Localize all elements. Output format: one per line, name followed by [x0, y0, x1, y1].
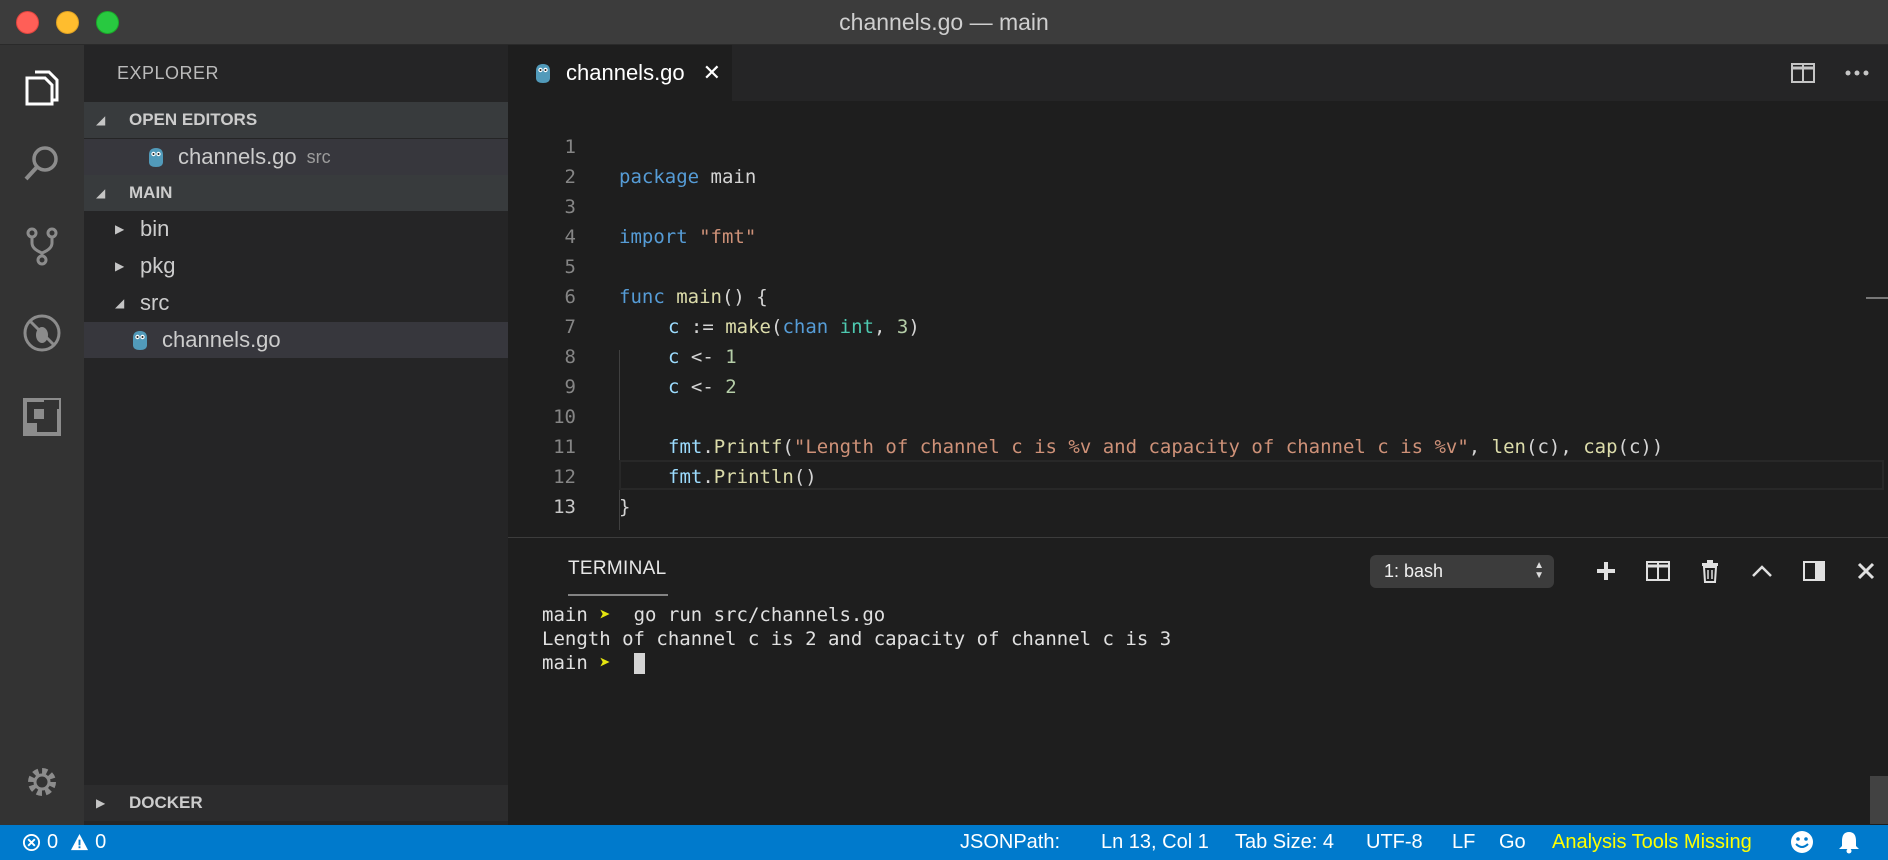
- tree-item-label: pkg: [140, 253, 176, 278]
- tree-item-label: src: [140, 290, 170, 315]
- gear-icon[interactable]: [20, 760, 64, 804]
- warning-count: 0: [95, 831, 107, 853]
- tab-label: channels.go: [566, 60, 685, 85]
- split-editor-icon[interactable]: [1790, 61, 1816, 85]
- main-folder-header[interactable]: ◢ MAIN: [84, 175, 508, 211]
- toggle-panel-position-icon[interactable]: [1798, 555, 1830, 587]
- go-file-icon: [534, 62, 552, 84]
- code-line: 5 func main() {: [508, 222, 1888, 308]
- docker-header[interactable]: ▶ DOCKER: [84, 785, 508, 821]
- prompt-arrow-icon: ➤: [599, 652, 611, 674]
- new-terminal-icon[interactable]: [1590, 555, 1622, 587]
- code-line: 3 import "fmt": [508, 162, 1888, 248]
- sidebar-title: EXPLORER: [117, 63, 220, 83]
- debug-icon[interactable]: [20, 311, 64, 355]
- prompt-dir: main: [542, 652, 588, 674]
- code-line: 7 c <- 1: [508, 282, 1888, 368]
- chevron-down-icon: ◢: [115, 296, 125, 310]
- code-line: 6 c := make(chan int, 3): [508, 252, 1888, 338]
- tree-item-label: channels.go: [162, 327, 281, 352]
- code-line: 4: [508, 192, 1888, 248]
- code-line: 10 fmt.Printf("Length of channel c is %v…: [508, 372, 1888, 458]
- close-icon[interactable]: ✕: [703, 60, 721, 86]
- tree-item-label: bin: [140, 216, 170, 241]
- code-editor[interactable]: 1 package main 2 3 import "fmt" 4 5 func…: [508, 101, 1888, 537]
- prompt-dir: main: [542, 604, 588, 626]
- terminal-line[interactable]: main ➤: [542, 651, 645, 675]
- source-control-icon[interactable]: [20, 224, 64, 268]
- chevron-down-icon: ◢: [96, 113, 106, 127]
- terminal-line: main ➤ go run src/channels.go: [542, 603, 885, 627]
- open-editors-header[interactable]: ◢ OPEN EDITORS: [84, 102, 508, 138]
- go-file-icon: [147, 146, 165, 168]
- cursor-position[interactable]: Ln 13, Col 1: [1101, 831, 1209, 854]
- code-token: }: [619, 496, 631, 518]
- open-editor-item[interactable]: channels.go src: [84, 139, 508, 175]
- extensions-icon[interactable]: [20, 395, 64, 439]
- error-icon: [22, 833, 41, 852]
- active-tab-indicator: [568, 594, 668, 596]
- chevron-right-icon: ▶: [115, 259, 125, 273]
- terminal-select[interactable]: 1: bash ▲ ▼: [1370, 555, 1554, 588]
- encoding[interactable]: UTF-8: [1366, 831, 1423, 854]
- bell-icon[interactable]: [1838, 830, 1860, 854]
- code-line: 8 c <- 2: [508, 312, 1888, 398]
- editor-tab-bar: channels.go ✕: [508, 45, 1888, 101]
- docker-label: DOCKER: [129, 793, 203, 812]
- terminal-line: Length of channel c is 2 and capacity of…: [542, 628, 1172, 650]
- tab-size[interactable]: Tab Size: 4: [1235, 831, 1334, 854]
- window-title: channels.go — main: [839, 9, 1049, 35]
- select-arrows-icon: ▲ ▼: [1534, 560, 1544, 581]
- code-line: 13: [508, 462, 1888, 518]
- tree-item-bin[interactable]: ▶ bin: [84, 211, 508, 247]
- chevron-right-icon: ▶: [115, 222, 125, 236]
- tree-item-src[interactable]: ◢ src: [84, 285, 508, 321]
- error-count: 0: [47, 831, 59, 853]
- terminal-panel: TERMINAL 1: bash ▲ ▼ main ➤ go run src/ch…: [508, 537, 1888, 825]
- code-line: 2: [508, 132, 1888, 188]
- status-bar: 0 0 JSONPath: Ln 13, Col 1 Tab Size: 4 U…: [0, 825, 1888, 860]
- warning-icon: [71, 833, 89, 851]
- code-line: 1 package main: [508, 102, 1888, 188]
- tab-terminal[interactable]: TERMINAL: [568, 558, 666, 580]
- language-mode[interactable]: Go: [1499, 831, 1526, 854]
- problems-indicator[interactable]: 0 0: [22, 831, 106, 854]
- chevron-down-icon: ◢: [96, 186, 106, 200]
- open-editors-label: OPEN EDITORS: [129, 110, 258, 129]
- open-editor-folder: src: [306, 146, 331, 167]
- activity-bar: [0, 45, 84, 825]
- maximize-panel-icon[interactable]: [1746, 555, 1778, 587]
- open-editor-filename: channels.go: [178, 144, 297, 169]
- analysis-tools-missing[interactable]: Analysis Tools Missing: [1552, 831, 1752, 854]
- end-of-line[interactable]: LF: [1452, 831, 1475, 854]
- more-actions-icon[interactable]: [1844, 61, 1870, 85]
- jsonpath-label[interactable]: JSONPath:: [960, 831, 1060, 854]
- search-icon[interactable]: [20, 142, 64, 186]
- code-line: 11 fmt.Println(): [508, 402, 1888, 488]
- go-file-icon: [131, 329, 149, 351]
- title-bar: channels.go — main: [0, 0, 1888, 45]
- terminal-select-value: 1: bash: [1384, 561, 1444, 581]
- code-line: 12 }: [508, 432, 1888, 518]
- close-panel-icon[interactable]: [1850, 555, 1882, 587]
- chevron-right-icon: ▶: [96, 796, 106, 810]
- terminal-scrollbar[interactable]: [1870, 776, 1888, 824]
- trash-icon[interactable]: [1694, 555, 1726, 587]
- smiley-icon[interactable]: [1790, 830, 1814, 854]
- tree-item-pkg[interactable]: ▶ pkg: [84, 248, 508, 284]
- prompt-arrow-icon: ➤: [599, 604, 611, 626]
- tab-channels-go[interactable]: channels.go ✕: [508, 45, 732, 101]
- main-folder-label: MAIN: [129, 183, 173, 202]
- explorer-sidebar: EXPLORER ◢ OPEN EDITORS channels.go src …: [84, 45, 508, 825]
- files-icon[interactable]: [20, 65, 64, 109]
- terminal-cursor: [633, 653, 645, 674]
- line-number: 13: [553, 496, 576, 518]
- code-line: 9: [508, 342, 1888, 398]
- tree-item-channels-go[interactable]: channels.go: [84, 322, 508, 358]
- terminal-command: go run src/channels.go: [622, 604, 886, 626]
- split-terminal-icon[interactable]: [1642, 555, 1674, 587]
